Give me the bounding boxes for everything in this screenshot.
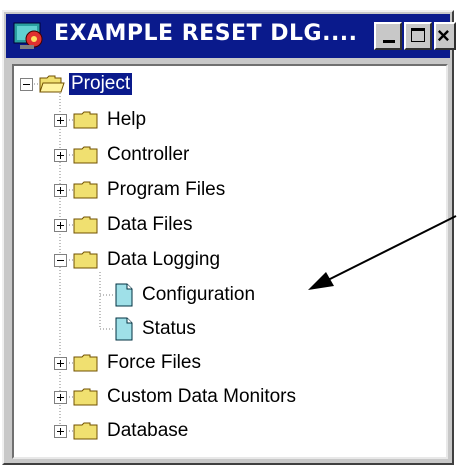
annotation-arrow [308, 215, 457, 290]
